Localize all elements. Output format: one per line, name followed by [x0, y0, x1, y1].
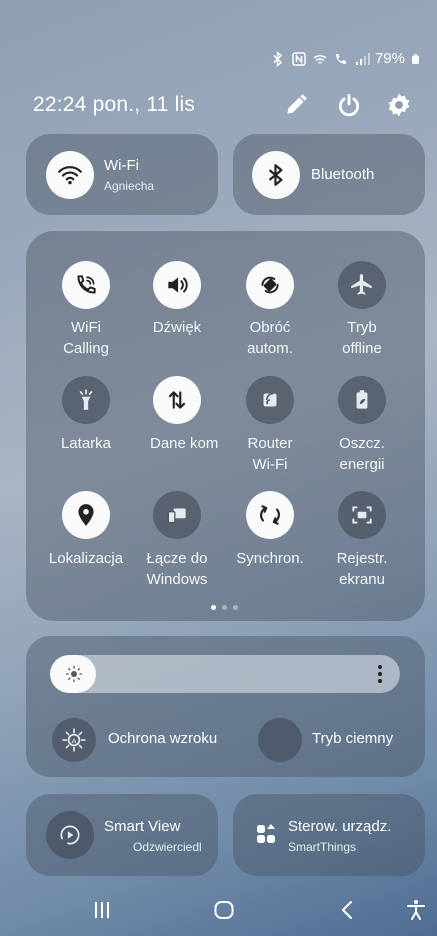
power-button[interactable] [336, 92, 364, 120]
bluetooth-tile-icon [268, 164, 283, 186]
recents-button[interactable] [85, 893, 119, 927]
dark-mode-icon-circle [258, 718, 302, 762]
volume-icon [168, 277, 188, 293]
bluetooth-label: Bluetooth [311, 166, 375, 183]
smartthings-tile[interactable]: Sterow. urządz. SmartThings [233, 794, 425, 876]
auto-rotate-icon [261, 276, 279, 294]
link-to-windows-label: Łącze do Windows [146, 550, 208, 588]
link-to-windows-icon [167, 508, 186, 524]
brightness-icon [65, 665, 83, 683]
wifi-toggle[interactable]: Wi-Fi Agniecha [26, 134, 218, 215]
flashlight-label: Latarka [60, 435, 112, 452]
airplane-icon [351, 274, 372, 295]
device-control-icon [257, 824, 275, 843]
smart-view-sub: Odzwierciedl [133, 840, 202, 854]
sync-icon [260, 505, 280, 525]
recents-icon [95, 902, 109, 918]
hotspot-label: Router Wi-Fi [247, 435, 293, 473]
sync-label: Synchron. [236, 550, 304, 567]
flashlight-icon [79, 389, 93, 410]
battery-icon [412, 53, 419, 64]
bluetooth-toggle[interactable]: Bluetooth [233, 134, 425, 215]
battery-saver-label: Oszcz. energii [339, 435, 385, 473]
wifi-calling-label: WiFi Calling [63, 319, 109, 357]
edit-icon [287, 94, 307, 114]
sync-tile[interactable] [246, 491, 294, 539]
home-icon [214, 901, 234, 919]
wifi-calling-tile[interactable] [62, 261, 110, 309]
battery-percent: 79% [374, 50, 405, 67]
page-dot-active [211, 605, 216, 610]
page-indicator [211, 605, 238, 610]
accessibility-button[interactable] [401, 893, 431, 927]
wifi-calling-icon [77, 275, 96, 294]
hotspot-icon [263, 392, 277, 407]
settings-button[interactable] [386, 92, 414, 120]
location-label: Lokalizacja [48, 550, 124, 567]
signal-icon [355, 52, 370, 65]
power-icon [338, 93, 360, 117]
dark-mode-label: Tryb ciemny [312, 730, 394, 747]
battery-saver-icon [356, 390, 368, 409]
bluetooth-icon [273, 50, 283, 67]
accessibility-icon [407, 900, 425, 920]
airplane-tile[interactable] [338, 261, 386, 309]
volte-icon [335, 53, 346, 64]
edit-button[interactable] [283, 92, 311, 120]
eye-comfort-label: Ochrona wzroku [108, 730, 218, 747]
bluetooth-icon-circle [252, 151, 300, 199]
sound-label: Dźwięk [152, 319, 202, 336]
screen-record-icon [352, 506, 372, 524]
screen-record-label: Rejestr. ekranu [336, 550, 388, 588]
wifi-label: Wi-Fi [104, 157, 139, 174]
auto-rotate-tile[interactable] [246, 261, 294, 309]
wifi-icon [58, 166, 82, 185]
brightness-slider[interactable] [50, 655, 400, 693]
smart-view-icon-circle [46, 811, 94, 859]
smartthings-sub: SmartThings [288, 840, 357, 854]
airplane-label: Tryb offline [342, 319, 382, 357]
location-tile[interactable] [62, 491, 110, 539]
smart-view-label: Smart View [104, 818, 181, 835]
smartthings-label: Sterow. urządz. [288, 818, 392, 835]
home-button[interactable] [207, 893, 241, 927]
smart-view-icon [60, 825, 80, 845]
nfc-icon [292, 51, 306, 66]
moon-icon [273, 730, 284, 750]
battery-saver-tile[interactable] [338, 376, 386, 424]
quick-tiles-panel: WiFi Calling Dźwięk Obróć autom. Tryb of… [26, 231, 425, 621]
settings-icon [388, 93, 410, 117]
smart-view-tile[interactable]: Smart View Odzwierciedl [26, 794, 218, 876]
mobile-data-tile[interactable] [153, 376, 201, 424]
brightness-panel: A Ochrona wzroku Tryb ciemny [26, 636, 425, 777]
screen-record-tile[interactable] [338, 491, 386, 539]
page-dot [233, 605, 238, 610]
dark-mode-toggle[interactable]: Tryb ciemny [256, 718, 402, 762]
auto-rotate-label: Obróć autom. [247, 319, 293, 357]
mobile-data-icon [168, 391, 186, 409]
status-bar: 79% [270, 50, 421, 67]
wifi-icon-circle [46, 151, 94, 199]
flashlight-tile[interactable] [62, 376, 110, 424]
hotspot-tile[interactable] [246, 376, 294, 424]
page-dot [222, 605, 227, 610]
eye-comfort-icon: A [62, 728, 86, 752]
date: pon., 11 lis [92, 93, 196, 116]
sound-tile[interactable] [153, 261, 201, 309]
eye-comfort-icon-circle: A [52, 718, 96, 762]
link-to-windows-tile[interactable] [153, 491, 201, 539]
clock-date: 22:24 pon., 11 lis [33, 93, 195, 117]
wifi-call-icon [313, 54, 327, 64]
eye-comfort-toggle[interactable]: A Ochrona wzroku [50, 718, 240, 762]
location-icon [78, 504, 94, 526]
back-button[interactable] [331, 893, 365, 927]
wifi-network: Agniecha [104, 179, 155, 193]
mobile-data-label: Dane kom [150, 435, 219, 452]
clock: 22:24 [33, 93, 87, 116]
brightness-more-icon[interactable] [378, 665, 382, 683]
back-icon [342, 901, 352, 919]
